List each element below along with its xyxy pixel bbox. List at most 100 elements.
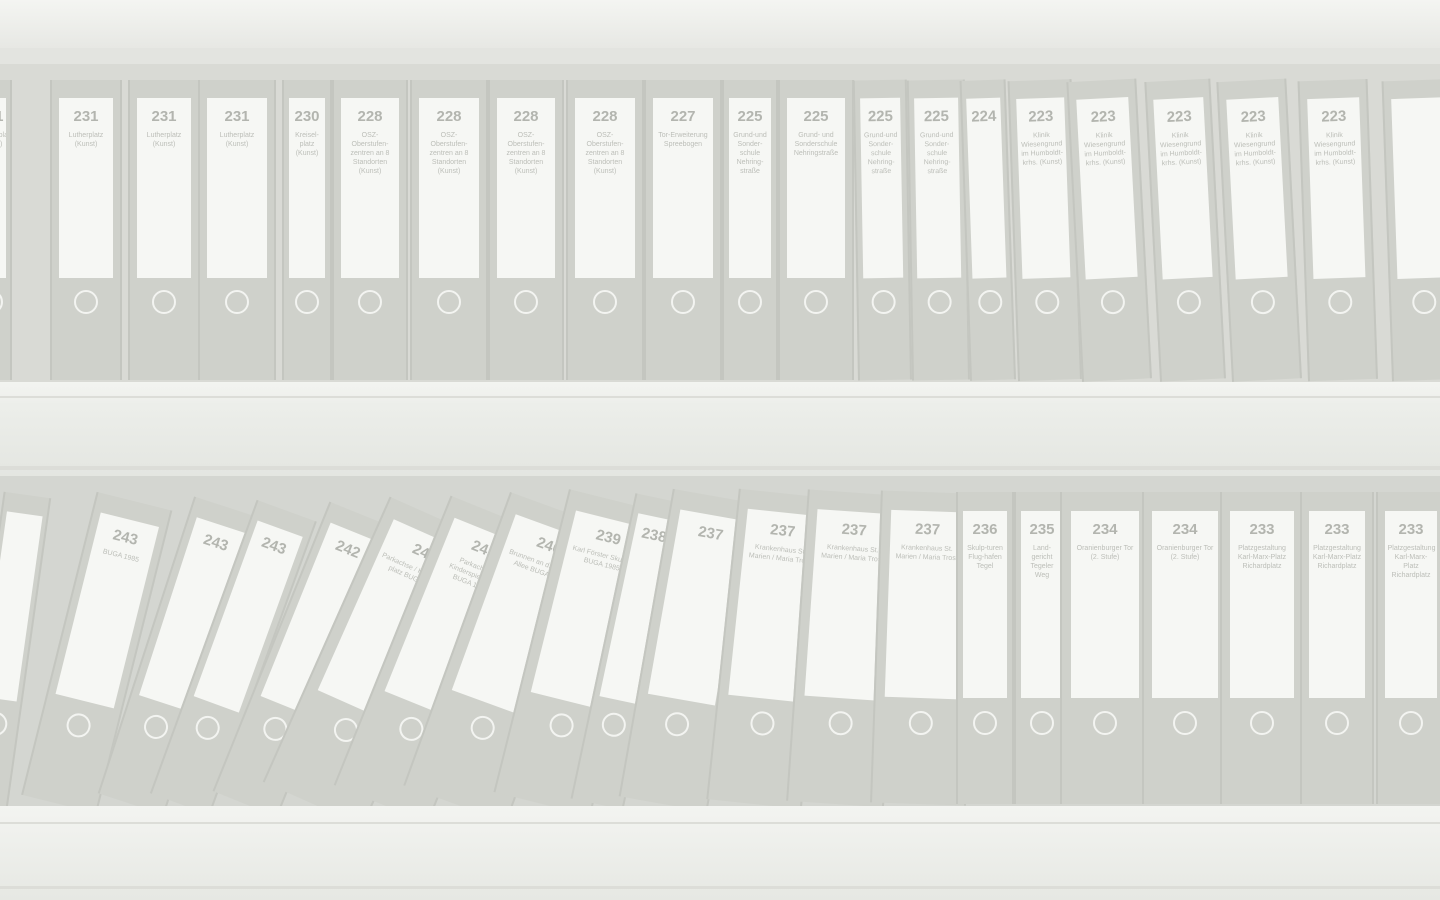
binder-title: OSZ-Oberstufen-zentren an 8 Standorten (… [350, 132, 390, 175]
ring-hole-icon [1325, 711, 1349, 736]
binder-number: 231 [0, 108, 6, 125]
upper-shelf: 231 Lutherplatz (Kunst) 231 Lutherplatz (Ku… [0, 64, 1440, 382]
binder: 223 Klinik Wiesengrund im Humboldt-krhs. … [1297, 78, 1378, 382]
binder-number: 225 [803, 108, 829, 125]
binder: 223 Klinik Wiesengrund im Humboldt-krhs. … [1066, 78, 1152, 382]
ring-hole-icon [908, 711, 934, 736]
ring-hole-icon [467, 712, 498, 744]
binder: 228 OSZ-Oberstufen-zentren an 8 Standorte… [332, 80, 408, 380]
binder-spine-label: 234 Oranienburger Tor (2. Stufe) [1070, 510, 1140, 698]
ring-hole-icon [0, 290, 3, 314]
binder-spine-label: 231 Lutherplatz (Kunst) [136, 98, 192, 278]
binder-spine-label: 233 Platzgestaltung Karl-Marx-Platz Richa… [1230, 510, 1294, 698]
binder-title [1391, 113, 1440, 115]
ring-hole-icon [1411, 289, 1437, 315]
binder-title: Klinik Wiesengrund im Humboldt-krhs. (Ku… [1314, 131, 1357, 167]
ring-hole-icon [827, 710, 854, 737]
binder: 230 Kreisel-platz (Kunst) [282, 80, 332, 380]
binder-spine-label [0, 511, 43, 702]
binder-spine-label: 225 Grund-und Sonder-schule Nehring-straß… [914, 97, 961, 279]
binder-number [6, 521, 41, 526]
ring-hole-icon [1034, 289, 1060, 315]
binder-spine-label: 224 [966, 97, 1007, 279]
ring-hole-icon [358, 290, 382, 314]
binder-title: Platzgestaltung Karl-Marx-Platz Richardp… [1237, 544, 1287, 570]
ring-hole-icon [1100, 289, 1126, 315]
binder-title: Oranienburger Tor (2. Stufe) [1076, 544, 1134, 561]
binder-number: 230 [294, 108, 320, 125]
ring-hole-icon [1327, 289, 1353, 315]
binder-spine-label: 223 Klinik Wiesengrund im Humboldt-krhs. … [1075, 97, 1139, 280]
binder-number: 228 [357, 108, 383, 125]
binder-number: 223 [1320, 107, 1347, 126]
binder-title [5, 527, 40, 532]
binder: 227 Tor-Erweiterung Spreebogen [644, 80, 722, 380]
binder: 231 Lutherplatz (Kunst) [198, 80, 276, 380]
binder-number: 231 [151, 108, 177, 125]
binder-spine-label: 233 Platzgestaltung Karl-Marx-Platz Richa… [1384, 510, 1438, 698]
ring-hole-icon [1176, 289, 1202, 315]
binder-title: Grund-und Sonder-schule Nehring-straße [919, 131, 954, 176]
binder-title: OSZ-Oberstufen-zentren an 8 Standorten (… [506, 132, 546, 175]
ring-hole-icon [152, 290, 176, 314]
binder: 223 Klinik Wiesengrund im Humboldt-krhs. … [1216, 78, 1302, 382]
binder-title: Grund- und Sonderschule Nehringstraße [793, 132, 839, 157]
binder-number: 234 [1092, 520, 1118, 538]
binder-number: 225 [923, 107, 950, 126]
ring-hole-icon [1250, 711, 1274, 736]
binder: 223 Klinik Wiesengrund im Humboldt-krhs. … [1144, 78, 1226, 382]
binder-number: 243 [259, 533, 289, 559]
binder-number: 225 [867, 107, 894, 126]
binder-spine-label: 231 Lutherplatz (Kunst) [0, 98, 7, 278]
binder: 231 Lutherplatz (Kunst) [128, 80, 200, 380]
binder-spine-label: 236 Skulp-turen Flug-hafen Tegel [963, 510, 1007, 698]
binder: 225 Grund-und Sonder-schule Nehring-straß… [852, 79, 912, 381]
ring-hole-icon [1030, 711, 1054, 736]
binder: 234 Oranienburger Tor (2. Stufe) [1142, 492, 1228, 804]
binder-title: Lutherplatz (Kunst) [219, 132, 255, 148]
binder-title: Platzgestaltung Karl-Marx-Platz Richardp… [1312, 544, 1362, 570]
binder-title: Grund-und Sonder-schule Nehring-straße [733, 132, 767, 175]
binder-spine-label: 231 Lutherplatz (Kunst) [58, 98, 114, 278]
binder-spine-label: 223 Klinik Wiesengrund im Humboldt-krhs. … [1016, 97, 1071, 279]
binder-title: Lutherplatz (Kunst) [0, 132, 7, 148]
binder-title: OSZ-Oberstufen-zentren an 8 Standorten (… [429, 132, 469, 175]
binder-number: 228 [513, 108, 539, 125]
ring-hole-icon [192, 712, 223, 744]
binder-title: Platzgestaltung Karl-Marx-Platz Richardp… [1387, 544, 1436, 579]
binder-number: 224 [970, 107, 997, 126]
binder-title: Klinik Wiesengrund im Humboldt-krhs. (Ku… [1159, 131, 1203, 168]
binder: 233 Platzgestaltung Karl-Marx-Platz Richa… [1376, 492, 1440, 804]
binder-number: 223 [1027, 107, 1054, 126]
binder-number: 233 [1398, 520, 1424, 538]
binder-number: 235 [1029, 520, 1055, 538]
binder-spine-label: 223 Klinik Wiesengrund im Humboldt-krhs. … [1225, 97, 1289, 280]
binder-number: 236 [972, 520, 998, 538]
ring-hole-icon [927, 289, 952, 315]
top-shelf-board [0, 0, 1440, 48]
binder-spine-label: 228 OSZ-Oberstufen-zentren an 8 Standorte… [497, 98, 555, 278]
ring-hole-icon [871, 289, 896, 315]
ring-hole-icon [225, 290, 249, 314]
binder [1381, 78, 1440, 382]
binder-title: Land-gericht Tegeler Weg [1030, 544, 1054, 579]
binder-number [1391, 107, 1440, 109]
ring-hole-icon [977, 289, 1003, 315]
binder-title: Tor-Erweiterung Spreebogen [658, 132, 708, 148]
ring-hole-icon [514, 290, 538, 314]
binder-number: 233 [1249, 520, 1275, 538]
binder: 234 Oranienburger Tor (2. Stufe) [1060, 492, 1150, 804]
binder-title: Klinik Wiesengrund im Humboldt-krhs. (Ku… [1083, 131, 1127, 168]
binder-spine-label: 235 Land-gericht Tegeler Weg [1021, 510, 1063, 698]
binder-title: Klinik Wiesengrund im Humboldt-krhs. (Ku… [1021, 131, 1064, 167]
binder-spine-label: 225 Grund- und Sonderschule Nehringstraße [787, 98, 845, 278]
binder: 231 Lutherplatz (Kunst) [0, 80, 12, 380]
binder: 228 OSZ-Oberstufen-zentren an 8 Standorte… [566, 80, 644, 380]
binder: 231 Lutherplatz (Kunst) [50, 80, 122, 380]
ring-hole-icon [295, 290, 319, 314]
binder-title: Krankenhaus St. Marien / Maria Trost [895, 543, 958, 562]
ring-hole-icon [0, 710, 9, 738]
binder-number: 227 [670, 108, 696, 125]
ring-hole-icon [599, 710, 628, 740]
binder-number: 223 [1090, 107, 1117, 127]
